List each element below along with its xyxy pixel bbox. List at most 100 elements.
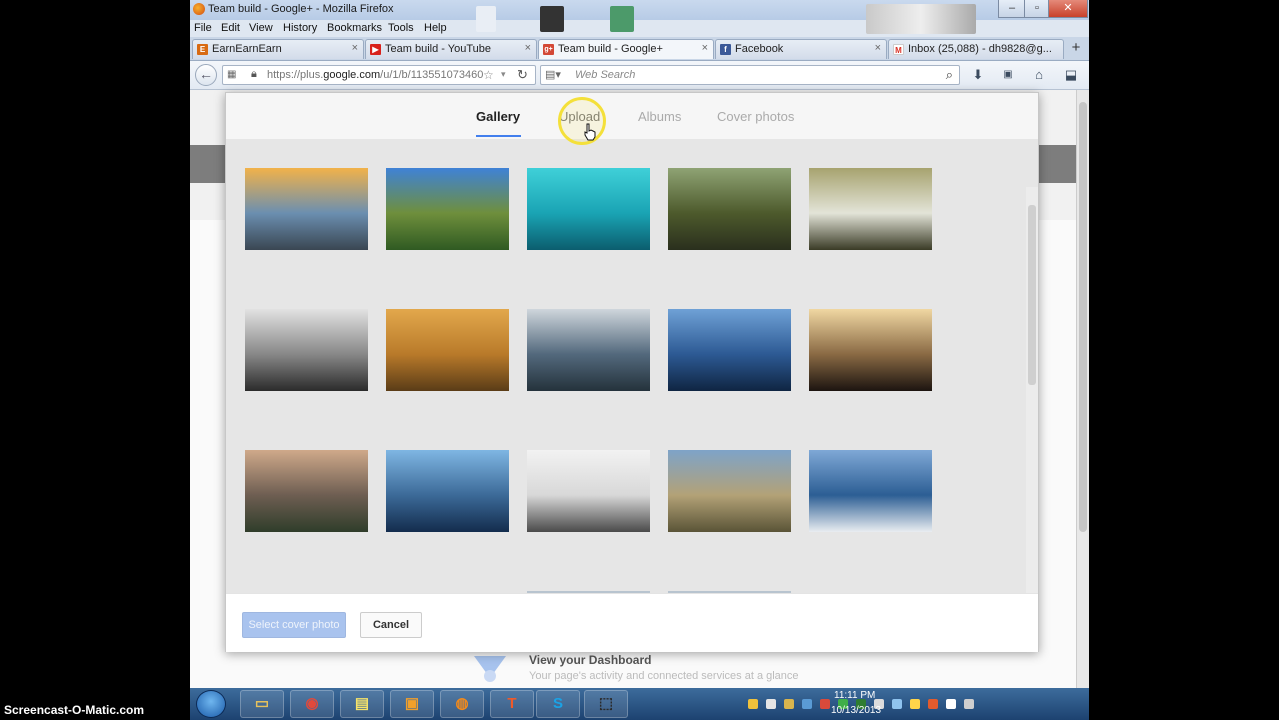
new-tab-button[interactable]: + (1066, 40, 1086, 58)
pocket-icon[interactable]: ⬓ (1063, 67, 1079, 83)
gallery-thumbnail-bw-lion-landscape[interactable] (245, 309, 368, 391)
download-icon[interactable]: ⬇ (970, 67, 986, 83)
gallery-thumbnail-misty-gorge-dusk[interactable] (245, 450, 368, 532)
url-text: https://plus.google.com/u/1/b/1135510734… (267, 69, 483, 81)
site-identity-icon[interactable]: ▦ (227, 69, 236, 80)
gallery-thumbnail-teal-fiber-optics[interactable] (527, 168, 650, 250)
antivirus-icon[interactable] (820, 699, 830, 709)
tab-google-plus[interactable]: g+ Team build - Google+ × (538, 39, 714, 59)
speaker-icon[interactable] (964, 699, 974, 709)
update-icon[interactable] (910, 699, 920, 709)
tab-strip: E EarnEarnEarn × ▶ Team build - YouTube … (190, 37, 1089, 61)
home-icon[interactable]: ⌂ (1031, 67, 1047, 83)
clock-time[interactable]: 11:11 PM (834, 690, 875, 701)
network-icon[interactable] (802, 699, 812, 709)
file-explorer-icon[interactable]: ▭ (240, 690, 284, 718)
gallery-thumbnail-glass-skyscraper[interactable] (668, 309, 791, 391)
gallery-thumbnail-snowy-pine-forest[interactable] (527, 450, 650, 532)
url-prefix: https://plus. (267, 69, 324, 81)
skype-icon[interactable]: S (536, 690, 580, 718)
youtube-addon-icon[interactable]: ▣ (1000, 67, 1016, 83)
minimize-button[interactable]: – (998, 0, 1026, 18)
close-tab-icon[interactable]: × (352, 42, 358, 54)
tab-albums[interactable]: Albums (638, 109, 681, 124)
gallery-thumbnail-elephants-grassland[interactable] (668, 450, 791, 532)
bookmark-star-icon[interactable]: ☆ (483, 68, 494, 82)
tab-gallery[interactable]: Gallery (476, 109, 520, 124)
gallery-thumbnail-night-tunnel-lights[interactable] (809, 309, 932, 391)
youtube-favicon-icon: ▶ (370, 44, 381, 55)
gallery-thumbnail-birch-forest[interactable] (809, 168, 932, 250)
app-thumbnail-icon (540, 6, 564, 32)
gallery-thumbnail-city-skyline-blue[interactable] (386, 450, 509, 532)
dialog-tab-bar: Gallery Upload Albums Cover photos (226, 93, 1038, 140)
select-cover-photo-button[interactable]: Select cover photo (242, 612, 346, 638)
screen-capture-icon[interactable]: ⬚ (584, 690, 628, 718)
chat-icon[interactable] (766, 699, 776, 709)
menu-edit[interactable]: Edit (221, 22, 240, 34)
user-icon[interactable] (748, 699, 758, 709)
maximize-button[interactable]: ▫ (1024, 0, 1050, 18)
history-dropdown-icon[interactable]: ▾ (501, 69, 506, 80)
page-scrollbar[interactable] (1076, 90, 1089, 688)
earn-favicon-icon: E (197, 44, 208, 55)
menu-view[interactable]: View (249, 22, 273, 34)
tab-youtube[interactable]: ▶ Team build - YouTube × (365, 39, 537, 59)
tab-label: Facebook (735, 43, 784, 55)
dashboard-link[interactable]: View your Dashboard (529, 653, 651, 667)
back-button[interactable]: ← (195, 64, 217, 86)
navigation-bar: ← ▦ 🔒︎ https://plus.google.com/u/1/b/113… (190, 61, 1089, 90)
menu-help[interactable]: Help (424, 22, 447, 34)
search-engine-icon[interactable]: ▤▾ (545, 68, 561, 81)
cancel-button[interactable]: Cancel (360, 612, 422, 638)
tab-cover-photos[interactable]: Cover photos (717, 109, 794, 124)
gallery-scrollbar[interactable] (1026, 187, 1038, 593)
gallery-thumbnail-green-waterfall-valley[interactable] (386, 168, 509, 250)
search-icon[interactable]: ⌕ (946, 67, 953, 83)
tab-earnearnearn[interactable]: E EarnEarnEarn × (192, 39, 364, 59)
screencast-watermark: Screencast-O-Matic.com (4, 703, 145, 717)
close-tab-icon[interactable]: × (525, 42, 531, 54)
tab-label: Team build - Google+ (558, 43, 663, 55)
gallery-thumbnail-mossy-forest-stream[interactable] (668, 168, 791, 250)
app-thumbnail-icon (610, 6, 634, 32)
folder-tray-icon[interactable] (784, 699, 794, 709)
clock-date[interactable]: 10/13/2013 (831, 705, 881, 716)
menu-tools[interactable]: Tools (388, 22, 414, 34)
flag-icon[interactable] (946, 699, 956, 709)
page-scroll-thumb[interactable] (1079, 102, 1087, 532)
wifi-icon[interactable] (892, 699, 902, 709)
window-title: Team build - Google+ - Mozilla Firefox (208, 3, 394, 15)
menu-history[interactable]: History (283, 22, 317, 34)
reload-icon[interactable]: ↻ (517, 67, 528, 83)
system-tray (742, 688, 1089, 720)
start-button[interactable] (196, 690, 226, 718)
tab-facebook[interactable]: f Facebook × (715, 39, 887, 59)
hand-cursor-icon (584, 123, 596, 141)
search-bar[interactable]: ▤▾ Web Search ⌕ (540, 65, 960, 85)
gallery-thumbnail-coastal-sunset[interactable] (245, 168, 368, 250)
dashboard-icon (474, 656, 506, 682)
gallery-thumbnail-golden-savanna[interactable] (386, 309, 509, 391)
gallery-thumbnail-snowman-lake[interactable] (809, 450, 932, 532)
menu-bookmarks[interactable]: Bookmarks (327, 22, 382, 34)
address-bar[interactable]: ▦ 🔒︎ https://plus.google.com/u/1/b/11355… (222, 65, 536, 85)
gallery-scroll-thumb[interactable] (1028, 205, 1036, 385)
t-app-icon[interactable]: T (490, 690, 534, 718)
chrome-icon[interactable]: ◉ (290, 690, 334, 718)
close-tab-icon[interactable]: × (702, 42, 708, 54)
firefox-icon[interactable]: ◍ (440, 690, 484, 718)
tab-label: Team build - YouTube (385, 43, 491, 55)
tab-gmail-inbox[interactable]: M Inbox (25,088) - dh9828@g... (888, 39, 1064, 59)
gallery-grid (226, 139, 1038, 593)
gallery-thumbnail-lake-boathouse[interactable] (527, 309, 650, 391)
dialog-footer: Select cover photo Cancel (226, 593, 1038, 652)
tab-label: EarnEarnEarn (212, 43, 282, 55)
hp-games-icon[interactable]: ▣ (390, 690, 434, 718)
menu-file[interactable]: File (194, 22, 212, 34)
facebook-favicon-icon: f (720, 44, 731, 55)
sticky-notes-icon[interactable]: ▤ (340, 690, 384, 718)
close-button[interactable]: ✕ (1048, 0, 1088, 18)
close-tab-icon[interactable]: × (875, 42, 881, 54)
app-tray-icon[interactable] (928, 699, 938, 709)
